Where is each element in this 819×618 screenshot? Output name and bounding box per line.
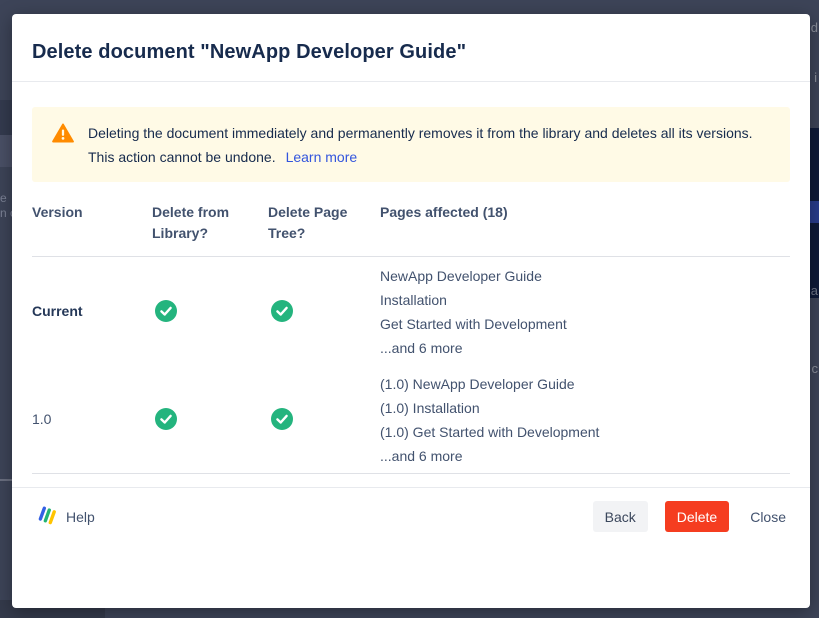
delete-page-tree-cell bbox=[268, 408, 380, 430]
warning-message: Deleting the document immediately and pe… bbox=[88, 121, 760, 169]
versions-table: Version Delete from Library? Delete Page… bbox=[32, 202, 790, 474]
help-logo-icon bbox=[38, 506, 57, 528]
back-button[interactable]: Back bbox=[593, 501, 648, 532]
warning-message-text: Deleting the document immediately and pe… bbox=[88, 125, 753, 165]
background-text-fragment: e bbox=[0, 191, 7, 205]
background-page-fragment bbox=[0, 100, 12, 135]
delete-document-dialog: Delete document "NewApp Developer Guide"… bbox=[12, 14, 810, 608]
close-button[interactable]: Close bbox=[746, 501, 790, 532]
background-text-fragment: i bbox=[814, 70, 817, 85]
warning-banner: Deleting the document immediately and pe… bbox=[32, 107, 790, 182]
affected-page: (1.0) Installation bbox=[380, 396, 790, 420]
dialog-footer: Help Back Delete Close bbox=[12, 487, 810, 532]
column-header-delete-page-tree: Delete Page Tree? bbox=[268, 202, 380, 244]
version-cell: 1.0 bbox=[32, 411, 152, 427]
background-page-fragment bbox=[0, 479, 12, 481]
background-text-fragment: a bbox=[811, 283, 818, 298]
learn-more-link[interactable]: Learn more bbox=[286, 149, 358, 165]
column-header-pages-affected: Pages affected (18) bbox=[380, 202, 790, 244]
table-row: Current NewApp Developer Guide Installa bbox=[32, 257, 790, 365]
dialog-title: Delete document "NewApp Developer Guide" bbox=[32, 41, 790, 64]
affected-page: (1.0) NewApp Developer Guide bbox=[380, 372, 790, 396]
affected-page: NewApp Developer Guide bbox=[380, 264, 790, 288]
delete-page-tree-cell bbox=[268, 300, 380, 322]
warning-triangle-icon bbox=[52, 123, 74, 148]
affected-page: (1.0) Get Started with Development bbox=[380, 420, 790, 444]
check-circle-icon bbox=[155, 408, 177, 430]
delete-from-library-cell bbox=[152, 408, 268, 430]
pages-affected-cell: NewApp Developer Guide Installation Get … bbox=[380, 257, 790, 365]
show-more-pages-link[interactable]: ...and 6 more bbox=[380, 336, 463, 360]
background-page-fragment bbox=[0, 135, 12, 167]
table-row: 1.0 (1.0) NewApp Developer Guide (1.0) bbox=[32, 365, 790, 474]
background-text-fragment: d bbox=[811, 20, 818, 35]
delete-from-library-cell bbox=[152, 300, 268, 322]
check-circle-icon bbox=[271, 300, 293, 322]
pages-affected-cell: (1.0) NewApp Developer Guide (1.0) Insta… bbox=[380, 365, 790, 473]
column-header-version: Version bbox=[32, 202, 152, 244]
check-circle-icon bbox=[155, 300, 177, 322]
footer-buttons: Back Delete Close bbox=[593, 501, 790, 532]
dialog-header: Delete document "NewApp Developer Guide" bbox=[12, 14, 810, 82]
background-text-fragment: c bbox=[812, 361, 819, 376]
show-more-pages-link[interactable]: ...and 6 more bbox=[380, 444, 463, 468]
help-button[interactable]: Help bbox=[32, 506, 95, 528]
check-circle-icon bbox=[271, 408, 293, 430]
delete-button[interactable]: Delete bbox=[665, 501, 729, 532]
version-cell: Current bbox=[32, 303, 152, 319]
column-header-delete-from-library: Delete from Library? bbox=[152, 202, 268, 244]
affected-page: Installation bbox=[380, 288, 790, 312]
help-label: Help bbox=[66, 509, 95, 525]
table-header-row: Version Delete from Library? Delete Page… bbox=[32, 202, 790, 257]
dialog-body: Deleting the document immediately and pe… bbox=[12, 107, 810, 474]
affected-page: Get Started with Development bbox=[380, 312, 790, 336]
